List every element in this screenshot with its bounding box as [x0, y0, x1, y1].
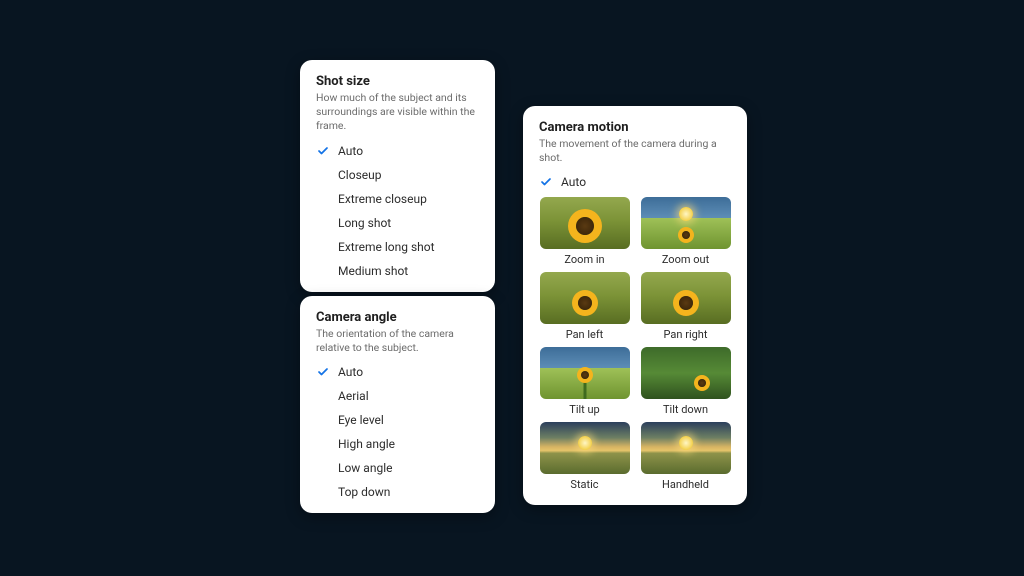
camera-motion-option[interactable]: Pan right — [640, 272, 731, 341]
option-item[interactable]: Top down — [316, 485, 479, 499]
camera-motion-option[interactable]: Zoom out — [640, 197, 731, 266]
shot-size-panel: Shot size How much of the subject and it… — [300, 60, 495, 292]
stage: Shot size How much of the subject and it… — [0, 0, 1024, 576]
camera-motion-title: Camera motion — [539, 120, 731, 135]
option-label: Closeup — [338, 168, 381, 182]
option-item[interactable]: High angle — [316, 437, 479, 451]
thumbnail-label: Zoom in — [564, 253, 604, 266]
thumbnail-label: Tilt up — [569, 403, 599, 416]
camera-motion-panel: Camera motion The movement of the camera… — [523, 106, 747, 505]
thumbnail-label: Handheld — [662, 478, 709, 491]
option-item[interactable]: Extreme long shot — [316, 240, 479, 254]
thumbnail-image — [540, 197, 630, 249]
camera-angle-panel: Camera angle The orientation of the came… — [300, 296, 495, 513]
camera-angle-title: Camera angle — [316, 310, 479, 325]
thumbnail-image — [641, 347, 731, 399]
check-icon — [316, 144, 330, 158]
camera-motion-thumb-grid: Zoom in Zoom out Pan left Pan right Tilt up T… — [539, 197, 731, 491]
camera-angle-desc: The orientation of the camera relative t… — [316, 327, 479, 355]
option-item[interactable]: Low angle — [316, 461, 479, 475]
shot-size-desc: How much of the subject and its surround… — [316, 91, 479, 134]
option-item[interactable]: Auto — [316, 365, 479, 379]
camera-angle-options: Auto Aerial Eye level High angle Low angle To… — [316, 365, 479, 499]
option-label: Low angle — [338, 461, 392, 475]
camera-motion-option[interactable]: Handheld — [640, 422, 731, 491]
option-item[interactable]: Closeup — [316, 168, 479, 182]
thumbnail-image — [540, 272, 630, 324]
option-label: Auto — [338, 144, 363, 158]
camera-motion-auto-label: Auto — [561, 175, 586, 189]
thumbnail-label: Pan right — [664, 328, 708, 341]
check-icon — [316, 365, 330, 379]
thumbnail-label: Tilt down — [663, 403, 708, 416]
camera-motion-option[interactable]: Tilt down — [640, 347, 731, 416]
option-item[interactable]: Aerial — [316, 389, 479, 403]
camera-motion-option[interactable]: Zoom in — [539, 197, 630, 266]
option-item[interactable]: Eye level — [316, 413, 479, 427]
camera-motion-option[interactable]: Pan left — [539, 272, 630, 341]
thumbnail-image — [641, 422, 731, 474]
option-label: Extreme long shot — [338, 240, 435, 254]
option-label: Auto — [338, 365, 363, 379]
camera-motion-auto-option[interactable]: Auto — [539, 175, 731, 189]
shot-size-title: Shot size — [316, 74, 479, 89]
option-item[interactable]: Medium shot — [316, 264, 479, 278]
option-label: Extreme closeup — [338, 192, 427, 206]
option-label: Eye level — [338, 413, 384, 427]
thumbnail-image — [641, 197, 731, 249]
option-label: Long shot — [338, 216, 391, 230]
option-label: High angle — [338, 437, 395, 451]
option-label: Top down — [338, 485, 390, 499]
thumbnail-image — [540, 422, 630, 474]
thumbnail-image — [540, 347, 630, 399]
camera-motion-desc: The movement of the camera during a shot… — [539, 137, 731, 165]
option-item[interactable]: Auto — [316, 144, 479, 158]
camera-motion-option[interactable]: Tilt up — [539, 347, 630, 416]
thumbnail-label: Pan left — [566, 328, 604, 341]
thumbnail-label: Zoom out — [662, 253, 709, 266]
thumbnail-label: Static — [570, 478, 598, 491]
option-item[interactable]: Extreme closeup — [316, 192, 479, 206]
option-item[interactable]: Long shot — [316, 216, 479, 230]
option-label: Aerial — [338, 389, 369, 403]
option-label: Medium shot — [338, 264, 408, 278]
shot-size-options: Auto Closeup Extreme closeup Long shot Extre… — [316, 144, 479, 278]
thumbnail-image — [641, 272, 731, 324]
check-icon — [539, 175, 553, 189]
camera-motion-option[interactable]: Static — [539, 422, 630, 491]
